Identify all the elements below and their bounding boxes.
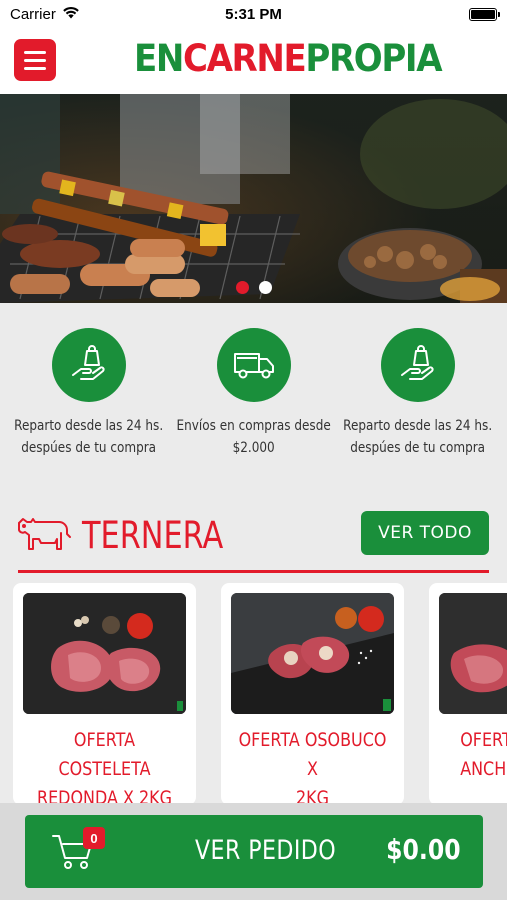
wifi-icon <box>62 6 80 23</box>
ver-pedido-label: VER PEDIDO <box>195 835 337 866</box>
truck-icon <box>216 328 291 402</box>
hamburger-menu-icon <box>24 50 46 54</box>
product-card[interactable]: OFERTA COSTELETA REDONDA X 2KG <box>13 583 196 803</box>
battery-icon <box>469 7 500 21</box>
feature-line1: Reparto desde las 24 hs. <box>14 418 164 434</box>
product-name-line1: OFERTA COSTELETA <box>58 729 151 780</box>
product-image <box>231 593 394 714</box>
hand-bag-icon <box>52 328 126 402</box>
bottom-bar: 0 VER PEDIDO $0.00 <box>0 803 507 900</box>
logo-part-carne: CARNE <box>182 37 307 80</box>
cow-icon <box>17 513 72 560</box>
feature-shipping: Envíos en compras desde $2.000 <box>176 328 331 483</box>
app-screen: Carrier 5:31 PM EN CARNE PROPIA Reparto … <box>0 0 507 900</box>
menu-button[interactable] <box>14 39 56 81</box>
carousel-dot-1[interactable] <box>235 281 249 294</box>
status-left: Carrier <box>10 6 80 23</box>
product-card[interactable]: OFERTA OSOBUCO X 2KG <box>221 583 404 803</box>
carousel-dots <box>0 281 507 294</box>
feature-text: Reparto desde las 24 hs. despúes de tu c… <box>14 415 163 459</box>
carrier-label: Carrier <box>10 5 56 23</box>
feature-delivery-2: Reparto desde las 24 hs. despúes de tu c… <box>343 328 493 483</box>
ver-todo-button[interactable]: VER TODO <box>361 511 489 555</box>
product-image <box>439 593 507 714</box>
features-row: Reparto desde las 24 hs. despúes de tu c… <box>0 303 507 483</box>
section-title: TERNERA <box>82 514 224 557</box>
product-card[interactable]: OFERTA C ANCH <box>429 583 507 803</box>
hand-bag-icon <box>381 328 455 402</box>
feature-text: Envíos en compras desde $2.000 <box>176 415 330 459</box>
product-carousel[interactable]: OFERTA COSTELETA REDONDA X 2KG OFERTA OS… <box>0 583 507 803</box>
feature-text: Reparto desde las 24 hs. despúes de tu c… <box>343 415 492 459</box>
product-name: OFERTA C ANCH <box>460 726 507 784</box>
status-bar: Carrier 5:31 PM <box>0 0 507 28</box>
product-name-line2: ANCH <box>460 758 507 780</box>
ver-pedido-button[interactable]: 0 VER PEDIDO $0.00 <box>25 815 483 888</box>
carousel-dot-2[interactable] <box>258 281 272 294</box>
cart-count-badge: 0 <box>83 827 105 849</box>
product-image <box>23 593 186 714</box>
app-header: EN CARNE PROPIA <box>0 28 507 94</box>
feature-line1: Envíos en compras desde <box>176 418 331 434</box>
product-name: OFERTA COSTELETA REDONDA X 2KG <box>28 726 182 803</box>
section-header: TERNERA VER TODO <box>0 510 507 562</box>
hero-banner[interactable] <box>0 94 507 303</box>
logo-part-en: EN <box>134 37 184 80</box>
feature-line2: despúes de tu compra <box>350 440 486 456</box>
product-name-line2: 2KG <box>296 787 329 803</box>
product-name-line1: OFERTA OSOBUCO X <box>238 729 387 780</box>
banner-bbq-image <box>0 94 507 303</box>
feature-line2: $2.000 <box>232 440 275 456</box>
product-name: OFERTA OSOBUCO X 2KG <box>236 726 390 803</box>
feature-line1: Reparto desde las 24 hs. <box>343 418 493 434</box>
feature-delivery-1: Reparto desde las 24 hs. despúes de tu c… <box>14 328 164 483</box>
brand-logo: EN CARNE PROPIA <box>134 37 443 80</box>
logo-part-propia: PROPIA <box>305 37 442 80</box>
product-name-line2: REDONDA X 2KG <box>37 787 172 803</box>
feature-line2: despúes de tu compra <box>21 440 157 456</box>
product-name-line1: OFERTA C <box>460 729 507 751</box>
order-total: $0.00 <box>386 833 461 866</box>
section-divider <box>18 570 489 573</box>
